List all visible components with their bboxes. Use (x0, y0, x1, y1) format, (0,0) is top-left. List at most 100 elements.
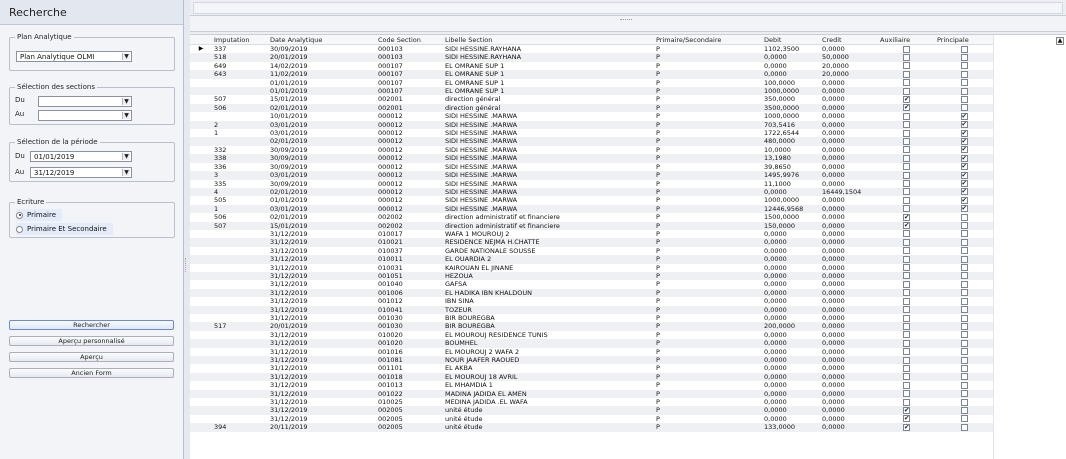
principale-checkbox[interactable] (960, 196, 968, 204)
cell-imputation[interactable]: 337 (212, 45, 268, 54)
row-indicator[interactable] (190, 171, 212, 180)
cell-debit[interactable]: 13,1980 (762, 154, 820, 163)
principale-checkbox[interactable] (960, 272, 968, 280)
cell-credit[interactable]: 0,0000 (820, 180, 878, 188)
table-row[interactable]: 31/12/2019 002005 unité étude P 0,0000 0,0000 (190, 406, 993, 415)
cell-debit[interactable]: 0,0000 (762, 339, 820, 348)
auxiliaire-checkbox[interactable] (903, 356, 910, 364)
cell-libelle[interactable]: SIDI HESSINE .MARWA (443, 120, 654, 130)
radio-unselected-icon[interactable] (16, 225, 23, 233)
cell-debit[interactable]: 0,0000 (762, 305, 820, 314)
row-indicator[interactable] (190, 372, 212, 382)
cell-primaire[interactable]: P (654, 389, 762, 399)
row-indicator[interactable] (190, 213, 212, 221)
cell-code[interactable]: 010025 (376, 398, 443, 406)
cell-date[interactable]: 15/01/2019 (268, 95, 376, 103)
principale-checkbox[interactable] (960, 70, 968, 78)
cell-libelle[interactable]: direction administratif et financiere (443, 221, 654, 230)
row-indicator[interactable] (190, 204, 212, 214)
principale-checkbox[interactable] (960, 45, 968, 53)
cell-credit[interactable]: 0,0000 (820, 247, 878, 255)
cell-code[interactable]: 000012 (376, 187, 443, 197)
cell-imputation[interactable]: 517 (212, 322, 268, 331)
cell-credit[interactable]: 0,0000 (820, 120, 878, 130)
auxiliaire-checkbox[interactable] (903, 222, 910, 229)
row-indicator[interactable] (190, 288, 212, 298)
cell-code[interactable]: 002001 (376, 103, 443, 113)
principale-checkbox[interactable] (960, 163, 968, 171)
cell-primaire[interactable]: P (654, 423, 762, 432)
col-header-code[interactable]: Code Section (376, 35, 443, 45)
auxiliaire-checkbox[interactable] (903, 87, 910, 95)
cell-credit[interactable]: 0,0000 (820, 213, 878, 221)
cell-date[interactable]: 31/12/2019 (268, 238, 376, 247)
auxiliaire-checkbox[interactable] (903, 163, 910, 171)
cell-primaire[interactable]: P (654, 204, 762, 214)
cell-date[interactable]: 03/01/2019 (268, 204, 376, 214)
table-row[interactable]: 31/12/2019 001013 EL MHAMDIA 1 P 0,0000 0,000… (190, 381, 993, 389)
cell-primaire[interactable]: P (654, 372, 762, 382)
cell-primaire[interactable]: P (654, 238, 762, 247)
cell-code[interactable]: 000012 (376, 146, 443, 154)
cell-libelle[interactable]: SIDI HESSINE.RAYHANA (443, 53, 654, 62)
cell-credit[interactable]: 0,0000 (820, 415, 878, 423)
row-indicator[interactable] (190, 53, 212, 62)
cell-primaire[interactable]: P (654, 180, 762, 188)
cell-primaire[interactable]: P (654, 95, 762, 103)
principale-checkbox[interactable] (960, 356, 968, 364)
cell-libelle[interactable]: SIDI HESSINE .MARWA (443, 163, 654, 171)
cell-credit[interactable]: 0,0000 (820, 196, 878, 204)
table-row[interactable]: 336 30/09/2019 000012 SIDI HESSINE .MARWA P 3… (190, 163, 993, 171)
cell-code[interactable]: 000107 (376, 70, 443, 79)
cell-primaire[interactable]: P (654, 171, 762, 180)
cell-libelle[interactable]: GAFSA (443, 280, 654, 288)
cell-imputation[interactable] (212, 381, 268, 389)
cell-date[interactable]: 31/12/2019 (268, 331, 376, 339)
cell-imputation[interactable] (212, 230, 268, 238)
principale-checkbox[interactable] (960, 415, 968, 423)
table-row[interactable]: 517 20/01/2019 001030 BIR BOUREGBA P 200,0000… (190, 322, 993, 331)
cell-code[interactable]: 000012 (376, 137, 443, 146)
apercu-personnalise-button[interactable]: Aperçu personnalisé (9, 336, 174, 346)
cell-primaire[interactable]: P (654, 264, 762, 272)
cell-debit[interactable]: 0,0000 (762, 255, 820, 264)
cell-libelle[interactable]: EL OMRANE SUP 1 (443, 87, 654, 96)
table-row[interactable]: 31/12/2019 001018 EL MOUROUJ 18 AVRIL P 0,00… (190, 372, 993, 382)
cell-date[interactable]: 02/01/2019 (268, 213, 376, 221)
auxiliaire-checkbox[interactable] (903, 423, 910, 431)
cell-imputation[interactable]: 336 (212, 163, 268, 171)
cell-debit[interactable]: 0,0000 (762, 271, 820, 281)
cell-date[interactable]: 31/12/2019 (268, 372, 376, 382)
row-indicator[interactable] (190, 297, 212, 305)
cell-primaire[interactable]: P (654, 213, 762, 221)
auxiliaire-checkbox[interactable] (903, 289, 910, 297)
cell-code[interactable]: 000012 (376, 171, 443, 180)
cell-credit[interactable]: 0,0000 (820, 264, 878, 272)
cell-primaire[interactable]: P (654, 221, 762, 230)
cell-date[interactable]: 11/02/2019 (268, 70, 376, 79)
cell-date[interactable]: 02/01/2019 (268, 187, 376, 197)
cell-imputation[interactable]: 338 (212, 154, 268, 163)
table-row[interactable]: 649 14/02/2019 000107 EL OMRANE SUP 1 P 0,000… (190, 62, 993, 70)
cell-imputation[interactable] (212, 406, 268, 415)
cell-debit[interactable]: 12446,9568 (762, 204, 820, 214)
cell-primaire[interactable]: P (654, 356, 762, 365)
cell-date[interactable]: 31/12/2019 (268, 305, 376, 314)
cell-code[interactable]: 002002 (376, 213, 443, 221)
auxiliaire-checkbox[interactable] (903, 331, 910, 339)
cell-code[interactable]: 001022 (376, 389, 443, 399)
cell-primaire[interactable]: P (654, 53, 762, 62)
row-indicator[interactable] (190, 348, 212, 356)
cell-debit[interactable]: 480,0000 (762, 137, 820, 146)
table-row[interactable]: 335 30/09/2019 000012 SIDI HESSINE .MARWA P 1… (190, 180, 993, 188)
cell-primaire[interactable]: P (654, 415, 762, 423)
cell-credit[interactable]: 0,0000 (820, 288, 878, 298)
table-row[interactable]: 31/12/2019 010037 GARDE NATIONALE SOUSSE P 0… (190, 247, 993, 255)
table-row[interactable]: 31/12/2019 002005 unité étude P 0,0000 0,0000 (190, 415, 993, 423)
cell-imputation[interactable] (212, 247, 268, 255)
cell-date[interactable]: 30/09/2019 (268, 163, 376, 171)
cell-date[interactable]: 31/12/2019 (268, 271, 376, 281)
cell-libelle[interactable]: EL AKBA (443, 364, 654, 372)
cell-primaire[interactable]: P (654, 163, 762, 171)
cell-imputation[interactable] (212, 305, 268, 314)
